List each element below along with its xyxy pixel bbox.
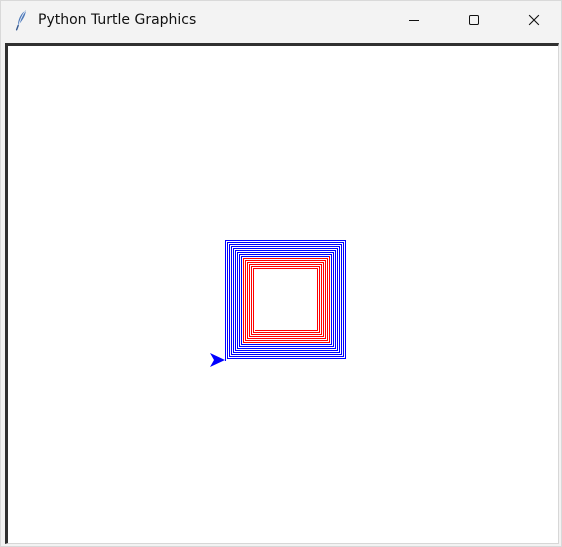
turtle-arrow-icon	[210, 353, 225, 367]
turtle-canvas-area[interactable]	[5, 43, 559, 544]
close-icon	[528, 14, 540, 26]
python-turtle-window: Python Turtle Graphics	[0, 0, 562, 547]
feather-icon	[13, 9, 29, 31]
maximize-button[interactable]	[451, 1, 497, 39]
square-spiral-drawing	[225, 240, 346, 361]
minimize-button[interactable]	[391, 1, 437, 39]
title-bar[interactable]: Python Turtle Graphics	[1, 1, 561, 39]
window-title: Python Turtle Graphics	[38, 12, 197, 28]
close-button[interactable]	[511, 1, 557, 39]
minimize-icon	[408, 14, 420, 26]
turtle-canvas[interactable]	[8, 46, 558, 543]
maximize-icon	[468, 14, 480, 26]
